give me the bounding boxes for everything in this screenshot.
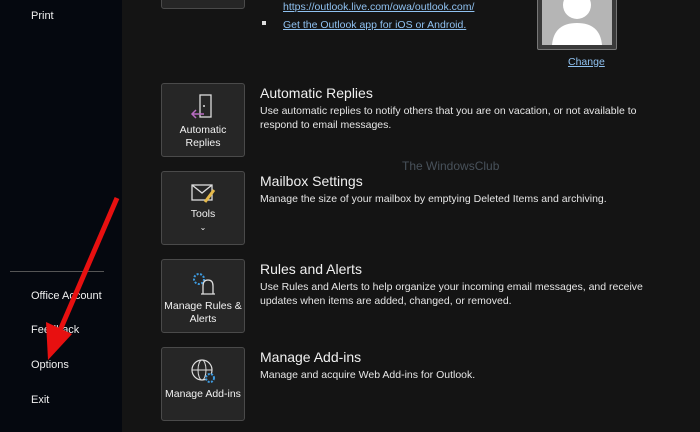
red-arrow-annotation	[46, 197, 120, 360]
